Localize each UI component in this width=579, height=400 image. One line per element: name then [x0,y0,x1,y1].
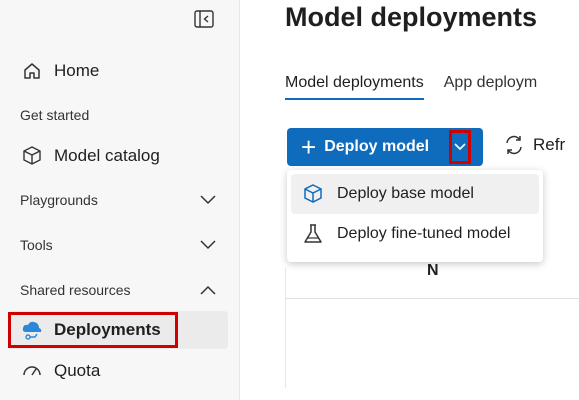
section-playgrounds[interactable]: Playgrounds [20,188,216,212]
cube-stack-icon [20,144,44,168]
chevron-up-icon [200,282,216,298]
sidebar-item-quota[interactable]: Quota [10,352,228,390]
deploy-model-dropdown: Deploy base model Deploy fine-tuned mode… [287,170,543,262]
gauge-icon [20,359,44,383]
flask-icon [301,222,325,246]
section-get-started: Get started [20,107,90,123]
tab-app-deployments[interactable]: App deploym [444,74,537,100]
deploy-model-split-chevron[interactable] [449,130,471,164]
sidebar-item-label: Model catalog [54,146,160,165]
panel-collapse-icon[interactable] [194,10,214,28]
sidebar-item-home[interactable]: Home [10,52,228,90]
home-icon [20,59,44,83]
refresh-icon [506,135,522,155]
page-title: Model deployments [285,2,538,32]
refresh-button[interactable]: Refr [503,134,565,156]
section-shared-resources[interactable]: Shared resources [20,278,216,302]
cube-icon [301,182,325,206]
sidebar-item-label: Home [54,61,100,80]
menu-item-deploy-fine-tuned-model[interactable]: Deploy fine-tuned model [291,214,539,254]
table-divider [285,298,579,299]
table-header-fragment: N [427,262,439,279]
sidebar-item-label: Quota [54,361,101,380]
sidebar: Home Get started Model catalog Playgroun… [0,0,240,400]
deploy-model-label: Deploy model [324,138,430,155]
chevron-down-icon [454,143,466,151]
tab-bar: Model deployments App deploym [285,74,537,100]
plus-icon: + [301,132,317,162]
sidebar-item-model-catalog[interactable]: Model catalog [10,137,228,175]
deployments-table [285,268,579,388]
refresh-label: Refr [533,135,566,154]
chevron-down-icon [200,237,216,253]
section-tools[interactable]: Tools [20,233,216,257]
deployments-highlight-box [8,312,178,348]
menu-item-deploy-base-model[interactable]: Deploy base model [291,174,539,214]
menu-item-label: Deploy fine-tuned model [337,225,511,242]
chevron-down-icon [200,192,216,208]
menu-item-label: Deploy base model [337,185,474,202]
main-content: Model deployments Model deployments App … [241,0,579,400]
tab-model-deployments[interactable]: Model deployments [285,74,424,100]
